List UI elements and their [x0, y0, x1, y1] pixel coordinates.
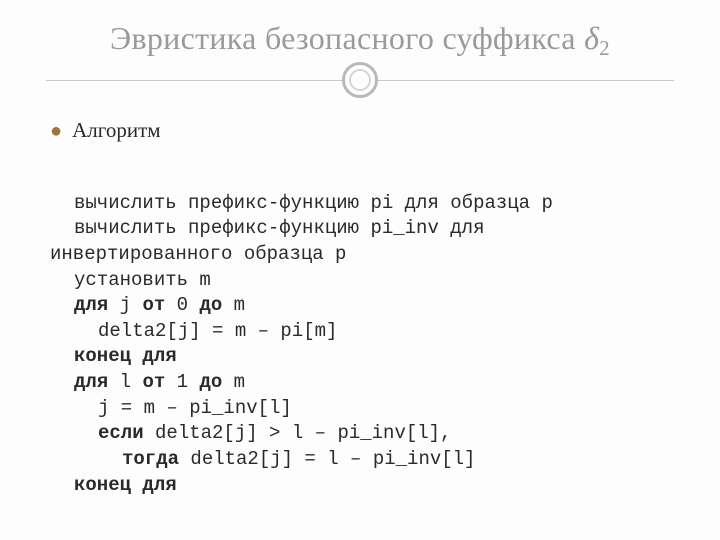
code-text: 0: [165, 294, 199, 316]
code-line: если delta2[j] > l – pi_inv[l],: [50, 421, 451, 447]
kw-endfor: конец для: [50, 473, 177, 499]
kw-from: от: [142, 294, 165, 316]
code-line: инвертированного образца p: [50, 243, 346, 265]
title-subscript: 2: [599, 37, 610, 60]
kw-for: для: [74, 371, 108, 393]
kw-then: тогда: [122, 448, 179, 470]
kw-endfor: конец для: [50, 344, 177, 370]
code-line: для l от 1 до m: [50, 370, 245, 396]
bullet-icon: ●: [50, 121, 62, 141]
code-text: 1: [165, 371, 199, 393]
code-text: delta2[j] > l – pi_inv[l],: [144, 422, 452, 444]
code-line: вычислить префикс-функцию pi_inv для: [50, 216, 484, 242]
code-text: l: [108, 371, 142, 393]
code-text: j: [108, 294, 142, 316]
code-line: delta2[j] = m – pi[m]: [50, 319, 337, 345]
slide-body: ● Алгоритм вычислить префикс-функцию pi …: [50, 118, 680, 524]
title-main: Эвристика безопасного суффикса: [110, 20, 584, 56]
code-line: для j от 0 до m: [50, 293, 245, 319]
kw-to: до: [199, 294, 222, 316]
kw-from: от: [142, 371, 165, 393]
title-delta: δ: [584, 20, 599, 56]
code-text: m: [222, 294, 245, 316]
kw-to: до: [199, 371, 222, 393]
ring-ornament-icon: [342, 62, 378, 98]
kw-for: для: [74, 294, 108, 316]
code-text: delta2[j] = l – pi_inv[l]: [179, 448, 475, 470]
bullet-row: ● Алгоритм: [50, 118, 680, 143]
code-line: j = m – pi_inv[l]: [50, 396, 292, 422]
kw-if: если: [98, 422, 144, 444]
code-line: вычислить префикс-функцию pi для образца…: [50, 191, 553, 217]
code-text: m: [222, 371, 245, 393]
slide: Эвристика безопасного суффикса δ2 ● Алго…: [0, 0, 720, 540]
algorithm-code: вычислить префикс-функцию pi для образца…: [50, 165, 680, 524]
code-line: установить m: [50, 268, 211, 294]
code-line: тогда delta2[j] = l – pi_inv[l]: [50, 447, 475, 473]
bullet-label: Алгоритм: [72, 118, 160, 143]
slide-title: Эвристика безопасного суффикса δ2: [0, 20, 720, 57]
